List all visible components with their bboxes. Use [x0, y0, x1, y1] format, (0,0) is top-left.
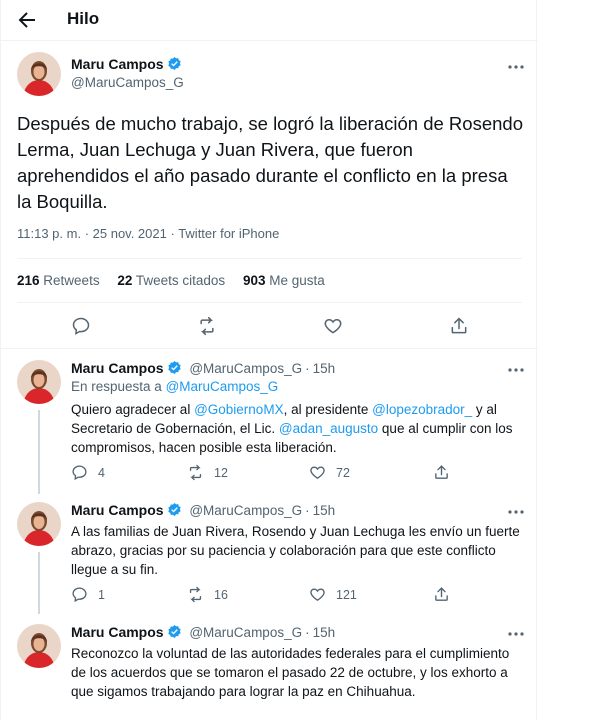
replying-to: En respuesta a @MaruCampos_G	[71, 379, 279, 394]
reply-header: Maru Campos @MaruCampos_G · 15h	[71, 624, 336, 640]
reply-header: Maru Campos @MaruCampos_G · 15h	[71, 360, 336, 376]
tweet-age[interactable]: 15h	[313, 361, 336, 376]
retweet-button[interactable]: 12	[187, 464, 228, 481]
more-options-icon[interactable]	[506, 60, 526, 74]
tweet-date[interactable]: 25 nov. 2021	[93, 226, 167, 241]
verified-badge-icon	[167, 360, 182, 375]
verified-badge-icon	[167, 624, 182, 639]
verified-badge-icon	[167, 502, 182, 517]
author-name-text: Maru Campos	[71, 56, 164, 72]
reply-header: Maru Campos @MaruCampos_G · 15h	[71, 502, 336, 518]
tweet-age[interactable]: 15h	[313, 503, 336, 518]
retweet-icon[interactable]	[197, 316, 217, 336]
tweet-time[interactable]: 11:13 p. m.	[17, 226, 81, 241]
stats-divider	[17, 302, 522, 303]
retweet-count: 12	[214, 465, 228, 480]
meta-divider	[17, 258, 522, 259]
back-arrow-icon[interactable]	[15, 8, 39, 32]
quotes-stat[interactable]: 22 Tweets citados	[117, 273, 225, 288]
reply-button[interactable]: 4	[71, 464, 105, 481]
avatar[interactable]	[17, 52, 61, 96]
author-name[interactable]: Maru Campos	[71, 624, 164, 640]
reply-icon[interactable]	[71, 316, 91, 336]
reply-tweet[interactable]: Maru Campos @MaruCampos_G · 15h En respues…	[1, 360, 538, 494]
avatar[interactable]	[17, 624, 61, 668]
mention-link[interactable]: @lopezobrador_	[372, 402, 472, 417]
retweet-button[interactable]: 16	[187, 586, 228, 603]
tweet-source[interactable]: Twitter for iPhone	[178, 226, 279, 241]
tweet-stats: 216 Retweets 22 Tweets citados 903 Me gu…	[17, 273, 339, 288]
avatar[interactable]	[17, 502, 61, 546]
author-handle[interactable]: @MaruCampos_G	[189, 625, 302, 640]
retweets-stat[interactable]: 216 Retweets	[17, 273, 100, 288]
reply-count: 1	[98, 587, 105, 602]
mention-link[interactable]: @GobiernoMX	[194, 402, 284, 417]
top-bar: Hilo	[1, 0, 538, 40]
reply-text: Quiero agradecer al @GobiernoMX, al pres…	[71, 402, 513, 455]
mention-link[interactable]: @adan_augusto	[279, 421, 378, 436]
share-button[interactable]	[433, 586, 460, 603]
reply-text: A las familias de Juan Rivera, Rosendo y…	[71, 524, 520, 577]
author-handle[interactable]: @MaruCampos_G	[189, 361, 302, 376]
author-handle[interactable]: @MaruCampos_G	[71, 75, 184, 90]
author-handle[interactable]: @MaruCampos_G	[189, 503, 302, 518]
author-name[interactable]: Maru Campos	[71, 360, 164, 376]
actions-divider	[1, 348, 538, 349]
likes-stat[interactable]: 903 Me gusta	[243, 273, 325, 288]
reply-tweet[interactable]: Maru Campos @MaruCampos_G · 15h A las fami…	[1, 502, 538, 614]
thread-column: Hilo Maru Campos @MaruCampos_G Después d…	[0, 0, 538, 720]
share-button[interactable]	[433, 464, 460, 481]
more-options-icon[interactable]	[506, 363, 526, 377]
thread-connector	[38, 552, 40, 614]
page-title: Hilo	[67, 9, 100, 28]
reply-count: 4	[98, 465, 105, 480]
like-count: 72	[336, 465, 350, 480]
like-button[interactable]: 121	[309, 586, 357, 603]
author-name[interactable]: Maru Campos	[71, 502, 164, 518]
replying-to-link[interactable]: @MaruCampos_G	[166, 379, 279, 394]
header-divider	[1, 40, 538, 41]
share-icon[interactable]	[449, 316, 469, 336]
reply-text: Reconozco la voluntad de las autoridades…	[71, 646, 510, 699]
tweet-age[interactable]: 15h	[313, 625, 336, 640]
thread-connector	[38, 410, 40, 494]
like-button[interactable]: 72	[309, 464, 350, 481]
reply-button[interactable]: 1	[71, 586, 105, 603]
reply-tweet[interactable]: Maru Campos @MaruCampos_G · 15h Reconozco …	[1, 624, 538, 720]
tweet-text: Después de mucho trabajo, se logró la li…	[17, 113, 523, 212]
avatar[interactable]	[17, 360, 61, 404]
more-options-icon[interactable]	[506, 627, 526, 641]
like-heart-icon[interactable]	[323, 316, 343, 336]
author-name[interactable]: Maru Campos	[71, 56, 182, 74]
verified-badge-icon	[167, 56, 182, 71]
like-count: 121	[336, 587, 357, 602]
tweet-meta: 11:13 p. m. · 25 nov. 2021 · Twitter for…	[17, 226, 280, 241]
retweet-count: 16	[214, 587, 228, 602]
more-options-icon[interactable]	[506, 505, 526, 519]
